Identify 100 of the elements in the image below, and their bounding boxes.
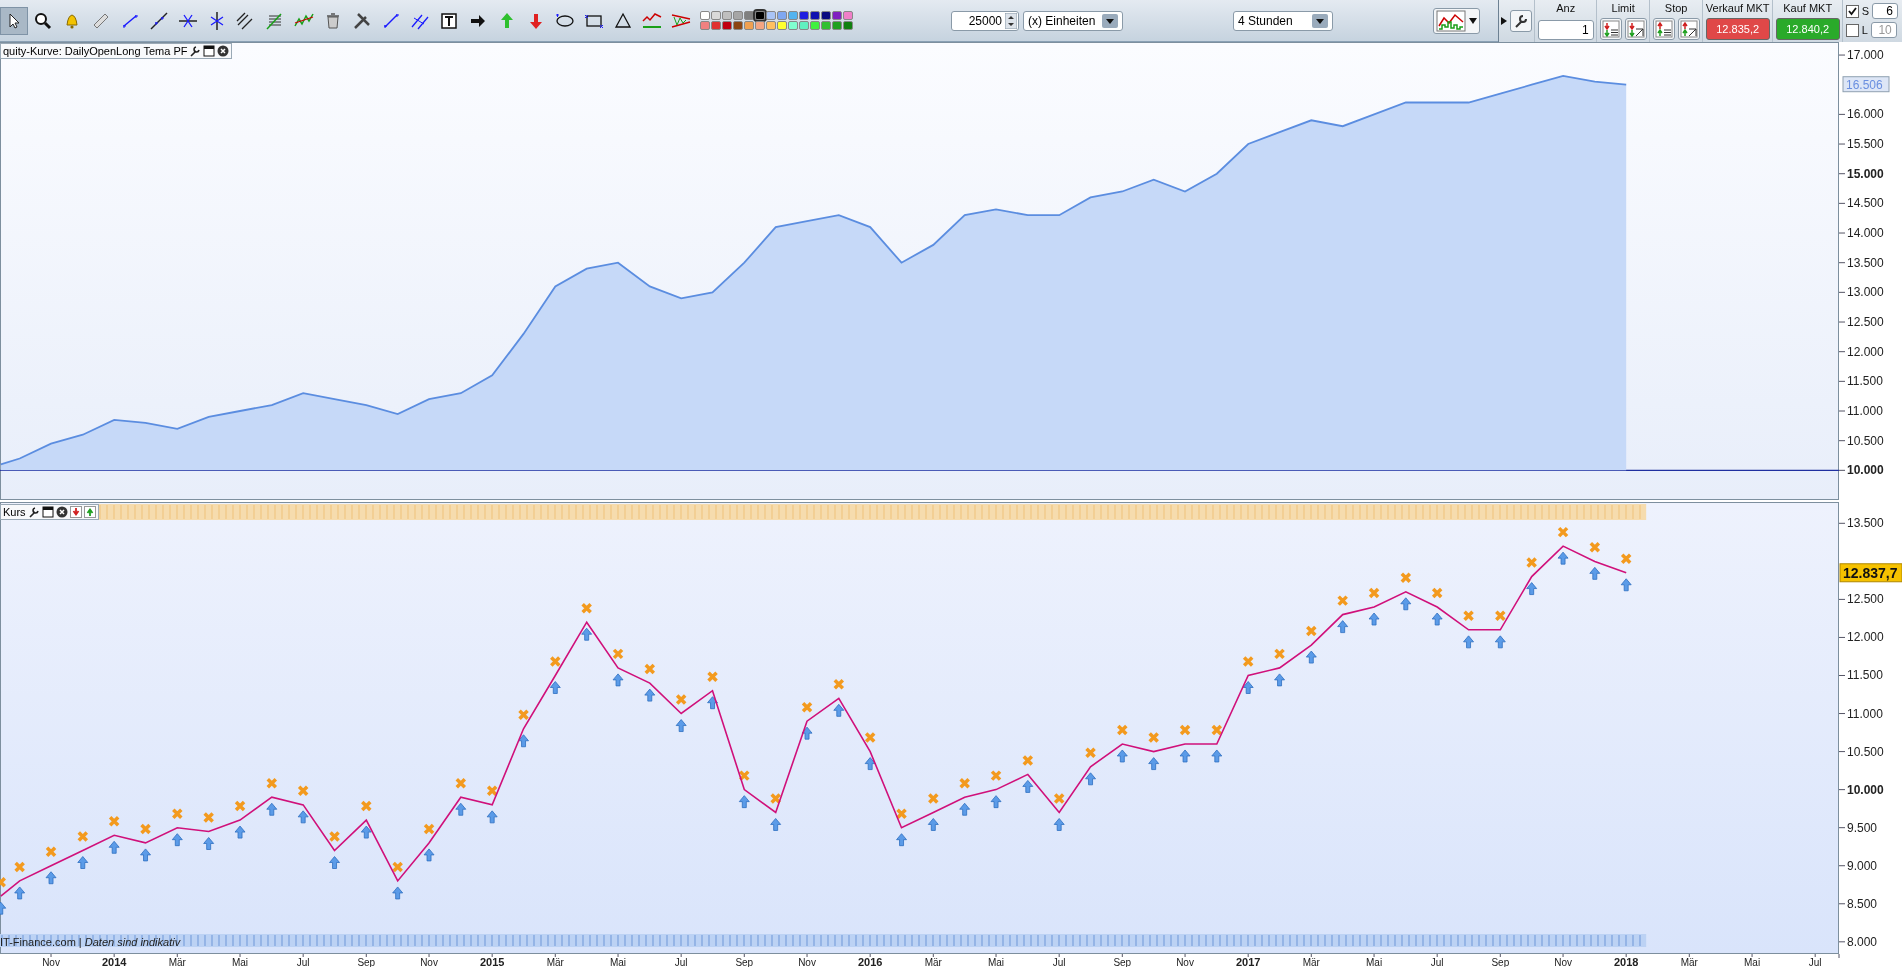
color-swatch[interactable]: [832, 11, 842, 20]
axis-label: 10.500: [1847, 433, 1884, 448]
axis-label: Mär: [924, 957, 942, 967]
axis-label: 11.000: [1847, 404, 1883, 418]
pointer-tool[interactable]: [0, 6, 28, 35]
axis-label: 8.500: [1847, 896, 1878, 911]
color-swatch[interactable]: [700, 21, 710, 30]
wrench-icon[interactable]: [189, 45, 202, 57]
color-swatch[interactable]: [766, 11, 776, 20]
color-swatch[interactable]: [821, 11, 831, 20]
data-source-note: IT-Finance.com | Daten sind indikativ: [0, 936, 181, 948]
color-swatch[interactable]: [788, 11, 798, 20]
checkbox[interactable]: [1845, 4, 1859, 18]
option-field[interactable]: 6: [1872, 3, 1898, 19]
axis-label: Nov: [1554, 957, 1572, 967]
color-swatch[interactable]: [711, 11, 721, 20]
axis-label: 12.000: [1847, 344, 1884, 359]
window-icon[interactable]: [41, 506, 54, 518]
color-swatch[interactable]: [777, 11, 787, 20]
axis-label: 13.500: [1847, 255, 1884, 270]
color-swatch[interactable]: [832, 21, 842, 30]
color-swatch[interactable]: [700, 11, 710, 20]
wrench-icon[interactable]: [27, 506, 40, 518]
text-icon: [439, 10, 459, 31]
axis-label: 14.500: [1847, 196, 1884, 211]
dropdown-icon: [1102, 13, 1118, 28]
expand-icon[interactable]: [1500, 16, 1507, 25]
color-swatch[interactable]: [711, 21, 721, 30]
axis-label: 9.500: [1847, 820, 1878, 835]
indicator-chart-icon: [1436, 9, 1466, 32]
quantity-field[interactable]: 1: [1537, 19, 1594, 40]
quantity-field[interactable]: 25000: [951, 10, 1019, 31]
axis-label: 2014: [101, 956, 127, 967]
window-icon[interactable]: [203, 45, 216, 57]
buy-label: Kauf MKT: [1783, 1, 1833, 14]
search-icon: [33, 10, 53, 31]
color-swatch[interactable]: [766, 21, 776, 30]
stop-order-button[interactable]: [1652, 17, 1675, 40]
panel-title: quity-Kurve: DailyOpenLong Tema PF: [3, 45, 188, 57]
down-arrow-icon[interactable]: [69, 506, 82, 518]
stop-order-button[interactable]: [1677, 17, 1700, 40]
indicator-button[interactable]: [1433, 7, 1480, 34]
axis-label: 2018: [1613, 956, 1639, 967]
axis-label: Jul: [1430, 957, 1444, 967]
limit-order-button[interactable]: [1599, 17, 1622, 40]
axis-label: Mär: [546, 957, 564, 967]
limit-order-button[interactable]: [1624, 17, 1647, 40]
color-swatch[interactable]: [722, 11, 732, 20]
last-value-label: 16.506: [1842, 76, 1890, 93]
color-swatch[interactable]: [755, 11, 765, 20]
axis-label: 11.000: [1847, 706, 1883, 721]
axis-label: 11.500: [1847, 374, 1883, 389]
axis-label: Mai: [1366, 957, 1383, 967]
axis-label: Nov: [42, 957, 60, 967]
color-swatch[interactable]: [799, 11, 809, 20]
axis-label: 13.000: [1847, 285, 1884, 300]
color-swatch[interactable]: [755, 21, 765, 30]
axis-label: 12.500: [1847, 592, 1884, 607]
panel-title: Kurs: [3, 506, 26, 518]
color-swatch[interactable]: [788, 21, 798, 30]
settings-button[interactable]: [1509, 9, 1532, 32]
axis-label: Mai: [231, 957, 249, 967]
axis-label: 10.000: [1847, 782, 1884, 797]
axis-label: 10.500: [1847, 744, 1884, 759]
color-swatch[interactable]: [843, 11, 853, 20]
color-swatch[interactable]: [810, 11, 820, 20]
timeframe-dropdown[interactable]: 4 Stunden: [1233, 10, 1333, 31]
axis-label: 2015: [479, 956, 505, 967]
dropdown-icon: [1312, 13, 1328, 28]
color-swatch[interactable]: [722, 21, 732, 30]
sell-button[interactable]: 12.835,2: [1705, 17, 1770, 40]
caret-icon: [1469, 17, 1477, 24]
axis-label: Nov: [420, 957, 438, 967]
order-icon: [1626, 19, 1645, 38]
color-swatch[interactable]: [799, 21, 809, 30]
close-icon[interactable]: [55, 506, 68, 518]
color-swatch[interactable]: [843, 21, 853, 30]
color-swatch[interactable]: [744, 21, 754, 30]
color-swatch[interactable]: [733, 21, 743, 30]
axis-label: 9.000: [1847, 858, 1878, 873]
up-arrow-icon[interactable]: [83, 506, 96, 518]
color-swatch[interactable]: [733, 11, 743, 20]
option-label: L: [1861, 24, 1868, 36]
axis-label: Mär: [1302, 957, 1320, 967]
color-swatch[interactable]: [821, 21, 831, 30]
stop-label: Stop: [1664, 1, 1688, 14]
unit-dropdown[interactable]: (x) Einheiten: [1023, 10, 1123, 31]
limit-label: Limit: [1611, 1, 1635, 14]
axis-label: 15.500: [1847, 137, 1884, 152]
axis-label: Jul: [296, 957, 310, 967]
color-swatch[interactable]: [810, 21, 820, 30]
spinner-icon[interactable]: [1005, 12, 1017, 29]
axis-label: Jul: [1052, 957, 1066, 967]
axis-label: Mai: [1744, 957, 1761, 967]
color-swatch[interactable]: [777, 21, 787, 30]
tools-icon: [352, 10, 372, 31]
close-icon[interactable]: [217, 45, 230, 57]
order-icon: [1654, 19, 1673, 38]
checkbox[interactable]: [1845, 23, 1859, 37]
axis-label: Jul: [1808, 957, 1822, 967]
